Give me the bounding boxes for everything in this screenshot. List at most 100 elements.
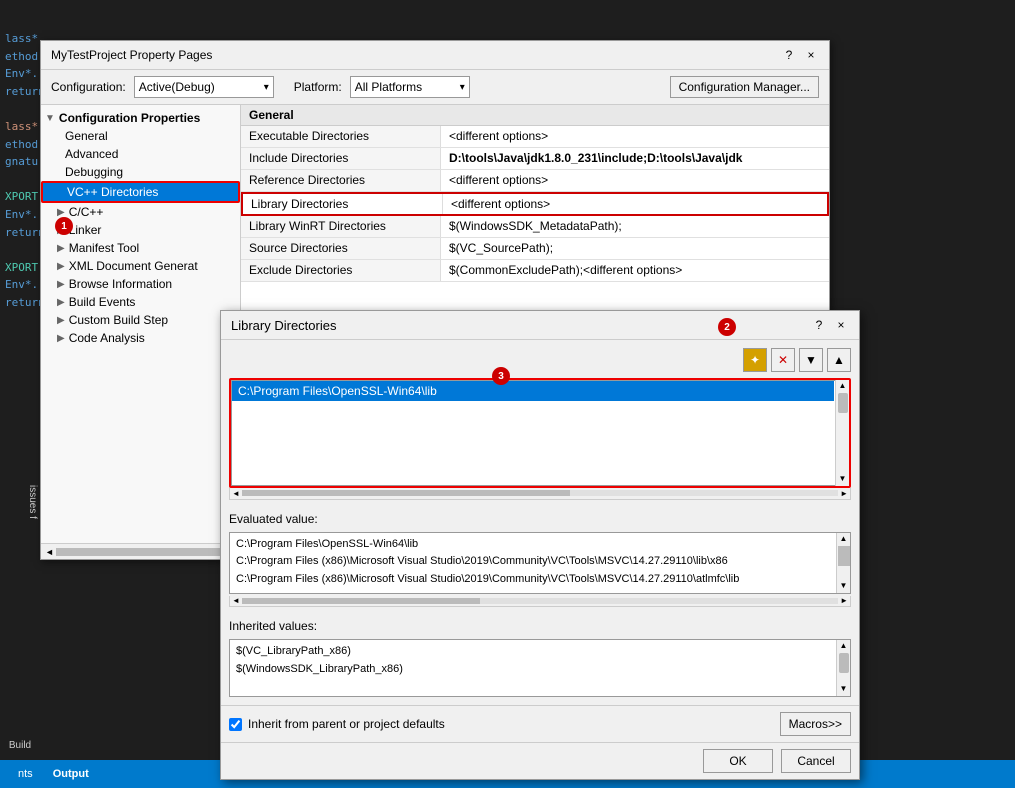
- lib-dialog-body: ✦ ✕ ▼ ▲ C:\Program Files\OpenSSL-Win64\l…: [221, 340, 859, 705]
- entry-vscroll-down[interactable]: ▼: [836, 473, 849, 484]
- inherited-line-0: $(VC_LibraryPath_x86): [236, 643, 834, 661]
- entry-hscroll[interactable]: ◄ ►: [229, 488, 851, 500]
- tree-item-build-arrow: ▶: [57, 297, 65, 308]
- lib-dialog-bottom: Inherit from parent or project defaults …: [221, 705, 859, 742]
- tree-item-browse-arrow: ▶: [57, 279, 65, 290]
- prop-value-exclude[interactable]: $(CommonExcludePath);<different options>: [441, 260, 829, 281]
- platform-dropdown[interactable]: All Platforms ▾: [350, 76, 470, 98]
- entry-hscroll-left[interactable]: ◄: [232, 489, 240, 498]
- prop-value-exec[interactable]: <different options>: [441, 126, 829, 147]
- prop-name-source: Source Directories: [241, 238, 441, 259]
- bottom-tab-nts[interactable]: nts: [8, 768, 43, 780]
- inherit-checkbox[interactable]: [229, 718, 242, 731]
- dialog-controls: ? ×: [781, 47, 819, 63]
- cancel-btn[interactable]: Cancel: [781, 749, 851, 773]
- badge-1: 1: [55, 217, 73, 235]
- tree-item-custom-build[interactable]: ▶ Custom Build Step: [41, 311, 240, 329]
- tree-root[interactable]: ▼ Configuration Properties: [41, 109, 240, 127]
- inherited-vscroll-up[interactable]: ▲: [837, 640, 850, 651]
- entry-row-2[interactable]: [232, 423, 834, 445]
- lib-add-btn[interactable]: ✦: [743, 348, 767, 372]
- lib-up-btn[interactable]: ▲: [827, 348, 851, 372]
- tree-root-arrow: ▼: [45, 113, 55, 124]
- inherited-vscroll[interactable]: ▲ ▼: [836, 640, 850, 696]
- tree-item-browse[interactable]: ▶ Browse Information: [41, 275, 240, 293]
- eval-scroll-thumb: [838, 546, 850, 566]
- tree-item-manifest-arrow: ▶: [57, 243, 65, 254]
- macros-btn[interactable]: Macros>>: [780, 712, 851, 736]
- badge-2: 2: [718, 318, 736, 336]
- inherit-checkbox-label: Inherit from parent or project defaults: [248, 717, 445, 731]
- tree-item-xml[interactable]: ▶ XML Document Generat: [41, 257, 240, 275]
- eval-vscroll[interactable]: ▲ ▼: [836, 533, 850, 593]
- tree-item-advanced[interactable]: Advanced: [41, 145, 240, 163]
- dialog-help-btn[interactable]: ?: [781, 47, 797, 63]
- lib-dialog-action-row: OK Cancel: [221, 742, 859, 779]
- inherited-vscroll-down[interactable]: ▼: [837, 683, 850, 694]
- dialog-close-btn[interactable]: ×: [803, 47, 819, 63]
- eval-box: C:\Program Files\OpenSSL-Win64\lib C:\Pr…: [229, 532, 851, 594]
- eval-line-0: C:\Program Files\OpenSSL-Win64\lib: [236, 536, 834, 554]
- platform-value: All Platforms: [355, 80, 422, 94]
- lib-close-btn[interactable]: ×: [833, 317, 849, 333]
- lib-delete-btn[interactable]: ✕: [771, 348, 795, 372]
- tree-item-manifest[interactable]: ▶ Manifest Tool: [41, 239, 240, 257]
- lib-toolbar: ✦ ✕ ▼ ▲: [229, 348, 851, 372]
- dialog-titlebar: MyTestProject Property Pages ? ×: [41, 41, 829, 70]
- lib-help-btn[interactable]: ?: [811, 317, 827, 333]
- config-dropdown[interactable]: Active(Debug) ▾: [134, 76, 274, 98]
- entry-vscroll-up[interactable]: ▲: [836, 380, 849, 391]
- tree-item-code-analysis[interactable]: ▶ Code Analysis: [41, 329, 240, 347]
- eval-hscroll-right[interactable]: ►: [840, 596, 848, 605]
- inherited-vscroll-thumb: [839, 653, 849, 673]
- entry-row-1[interactable]: [232, 401, 834, 423]
- ok-btn[interactable]: OK: [703, 749, 773, 773]
- tree-item-linker-label: Linker: [69, 223, 102, 237]
- config-mgr-btn[interactable]: Configuration Manager...: [670, 76, 819, 98]
- eval-line-2: C:\Program Files (x86)\Microsoft Visual …: [236, 571, 834, 589]
- prop-row-exec: Executable Directories <different option…: [241, 126, 829, 148]
- eval-label: Evaluated value:: [229, 512, 851, 526]
- entry-hscroll-right[interactable]: ►: [840, 489, 848, 498]
- prop-value-ref[interactable]: <different options>: [441, 170, 829, 191]
- issues-panel: issues f: [0, 480, 40, 540]
- config-row: Configuration: Active(Debug) ▾ Platform:…: [41, 70, 829, 105]
- prop-value-include[interactable]: D:\tools\Java\jdk1.8.0_231\include;D:\to…: [441, 148, 829, 169]
- prop-row-ref: Reference Directories <different options…: [241, 170, 829, 192]
- prop-section-label: General: [249, 108, 294, 122]
- bottom-tab-output[interactable]: Output: [43, 768, 99, 780]
- tree-item-code-arrow: ▶: [57, 333, 65, 344]
- tree-item-debugging[interactable]: Debugging: [41, 163, 240, 181]
- prop-name-ref: Reference Directories: [241, 170, 441, 191]
- badge-3: 3: [492, 367, 510, 385]
- prop-name-lib: Library Directories: [243, 194, 443, 214]
- tree-item-general[interactable]: General: [41, 127, 240, 145]
- tree-panel: ▼ Configuration Properties General Advan…: [41, 105, 241, 543]
- eval-vscroll-down[interactable]: ▼: [837, 580, 850, 591]
- tree-item-cpp[interactable]: ▶ C/C++: [41, 203, 240, 221]
- tree-item-vc-directories[interactable]: VC++ Directories: [41, 181, 240, 203]
- build-label: Build: [0, 730, 40, 760]
- prop-value-lib[interactable]: <different options>: [443, 194, 827, 214]
- entry-row-0[interactable]: C:\Program Files\OpenSSL-Win64\lib: [232, 381, 834, 401]
- config-value: Active(Debug): [139, 80, 215, 94]
- tree-item-build-events-label: Build Events: [69, 295, 136, 309]
- lib-down-btn[interactable]: ▼: [799, 348, 823, 372]
- prop-value-winrt[interactable]: $(WindowsSDK_MetadataPath);: [441, 216, 829, 237]
- eval-vscroll-up[interactable]: ▲: [837, 533, 850, 544]
- tree-item-build-events[interactable]: ▶ Build Events: [41, 293, 240, 311]
- inherited-line-1: $(WindowsSDK_LibraryPath_x86): [236, 661, 834, 679]
- eval-hscroll[interactable]: ◄ ►: [229, 596, 851, 608]
- tree-item-cpp-label: C/C++: [69, 205, 104, 219]
- eval-hscroll-left[interactable]: ◄: [232, 596, 240, 605]
- lib-dialog-titlebar: Library Directories ? ×: [221, 311, 859, 340]
- prop-name-exec: Executable Directories: [241, 126, 441, 147]
- prop-value-source[interactable]: $(VC_SourcePath);: [441, 238, 829, 259]
- tree-item-manifest-label: Manifest Tool: [69, 241, 139, 255]
- hscroll-left-btn[interactable]: ◄: [45, 547, 54, 557]
- entry-vscroll[interactable]: ▲ ▼: [835, 380, 849, 486]
- prop-row-include: Include Directories D:\tools\Java\jdk1.8…: [241, 148, 829, 170]
- prop-section-header: General: [241, 105, 829, 126]
- entry-vscroll-thumb: [838, 393, 848, 413]
- inherited-content: $(VC_LibraryPath_x86) $(WindowsSDK_Libra…: [230, 640, 850, 681]
